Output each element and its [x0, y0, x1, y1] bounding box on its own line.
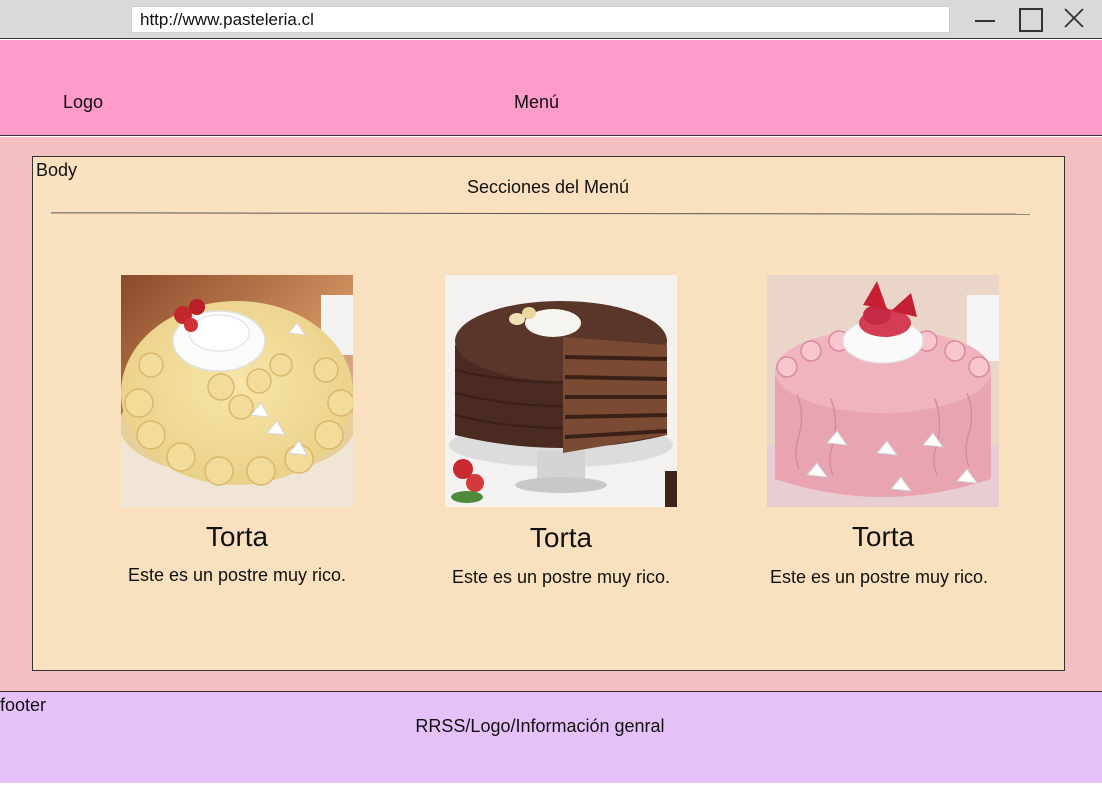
header-menu[interactable]: Menú [514, 92, 559, 113]
strawberry-cream-cake-image[interactable] [767, 275, 999, 507]
body-container: Body Secciones del Menú Torta Este es un… [32, 156, 1065, 671]
browser-chrome: http://www.pasteleria.cl [0, 0, 1102, 39]
product-card[interactable]: Torta Este es un postre muy rico. [445, 275, 677, 588]
site-footer: footer RRSS/Logo/Información genral [0, 691, 1102, 783]
footer-label: footer [0, 695, 47, 715]
minimize-icon[interactable] [970, 6, 1000, 32]
section-title: Secciones del Menú [466, 177, 630, 197]
card-description: Este es un postre muy rico. [451, 567, 671, 587]
card-title: Torta [529, 522, 593, 553]
header-logo[interactable]: Logo [63, 92, 103, 113]
url-bar[interactable]: http://www.pasteleria.cl [131, 6, 950, 33]
card-title: Torta [205, 521, 269, 552]
section-divider [50, 212, 1031, 215]
card-title: Torta [851, 521, 915, 552]
site-header: Logo Menú [0, 40, 1102, 136]
card-description: Este es un postre muy rico. [127, 565, 347, 585]
chocolate-layer-cake-image[interactable] [445, 275, 677, 507]
product-card[interactable]: Torta Este es un postre muy rico. [121, 275, 353, 586]
product-card[interactable]: Torta Este es un postre muy rico. [767, 275, 999, 588]
close-icon[interactable] [1059, 6, 1089, 32]
maximize-icon[interactable] [1014, 6, 1044, 32]
vanilla-cream-cake-image[interactable] [121, 275, 353, 507]
main-area: Body Secciones del Menú Torta Este es un… [0, 137, 1102, 691]
card-description: Este es un postre muy rico. [769, 567, 989, 587]
page: http://www.pasteleria.cl Logo Menú Body … [0, 0, 1102, 785]
footer-info[interactable]: RRSS/Logo/Información genral [0, 716, 1080, 737]
